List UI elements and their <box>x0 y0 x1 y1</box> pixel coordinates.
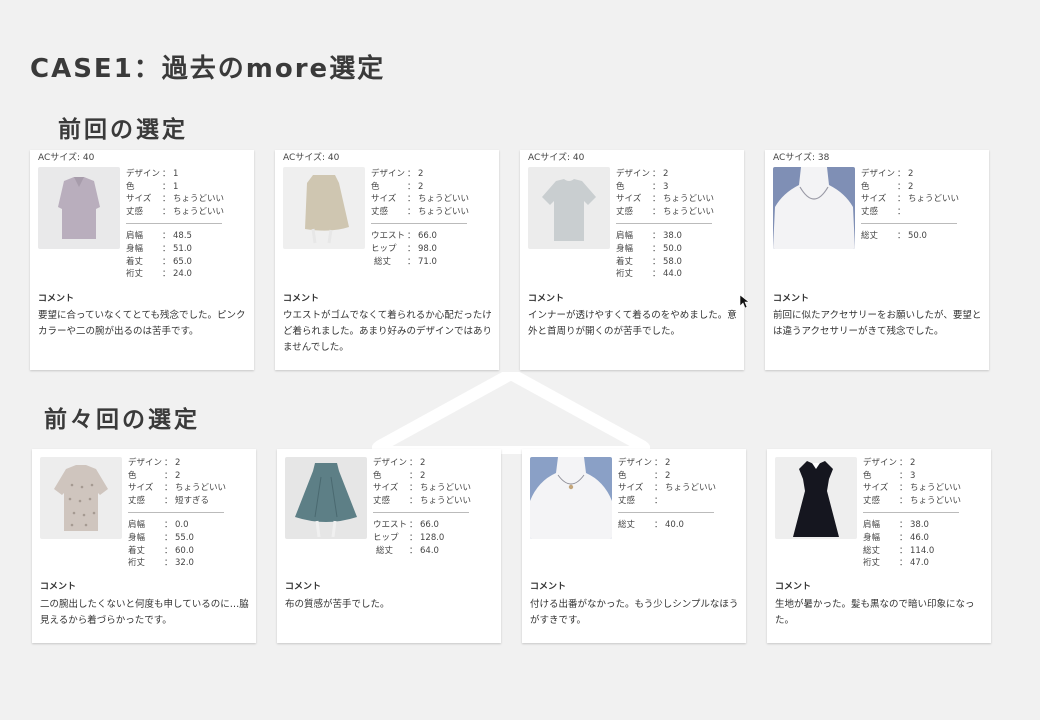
item-card[interactable]: ACサイズ: 40 デザイン： 2 色： 2 サイズ：ちょうどいい 丈感：ちょうどい… <box>275 150 499 370</box>
divider <box>371 223 467 225</box>
mouse-cursor-icon <box>740 295 750 309</box>
comment-text: 付ける出番がなかった。もう少しシンプルなほうがすきです。 <box>530 599 739 626</box>
attribute-list: デザイン： 2 色： 2 サイズ：ちょうどいい 丈感： 総丈： 40.0 <box>618 458 717 531</box>
pendant-icon <box>530 457 612 539</box>
item-card[interactable]: デザイン： 2 色： 2 サイズ：ちょうどいい 丈感：短すぎる 肩幅： 0.0 身幅：… <box>32 449 256 643</box>
attribute-list: デザイン： 2 色： 2 サイズ：ちょうどいい 丈感： 総丈： 50.0 <box>861 169 960 242</box>
comment-label: コメント <box>38 294 75 304</box>
item-thumbnail[interactable] <box>528 167 610 249</box>
divider <box>616 223 712 225</box>
comment-text: ウエストがゴムでなくて着られるか心配だったけど着られました。あまり好みのデザイン… <box>283 310 493 353</box>
item-card[interactable]: デザイン： 2 色： 2 サイズ：ちょうどいい 丈感： 総丈： 40.0 コメント 付… <box>522 449 746 643</box>
item-card[interactable]: ACサイズ: 40 デザイン： 2 色： 3 サイズ：ちょうどいい 丈感：ちょうどい… <box>520 150 744 370</box>
item-thumbnail[interactable] <box>283 167 365 249</box>
item-card[interactable]: ACサイズ: 40 デザイン： 1 色： 1 サイズ：ちょうどいい 丈感：ちょうどい… <box>30 150 254 370</box>
item-thumbnail[interactable] <box>40 457 122 539</box>
attribute-list: デザイン： 1 色： 1 サイズ：ちょうどいい 丈感：ちょうどいい 肩幅： 48.5 … <box>126 169 225 280</box>
attribute-list: デザイン： 2 色： 2 サイズ：ちょうどいい 丈感：短すぎる 肩幅： 0.0 身幅：… <box>128 458 227 569</box>
section-title-previous: 前回の選定 <box>58 117 188 143</box>
comment-text: 生地が暑かった。髪も黒なので暗い印象になった。 <box>775 599 975 626</box>
dotted-blouse-icon <box>40 457 122 539</box>
comment-label: コメント <box>528 294 565 304</box>
page-title: CASE1：過去のmore選定 <box>30 54 386 84</box>
divider <box>373 512 469 514</box>
flared-skirt-icon <box>285 457 367 539</box>
comment-text: 前回に似たアクセサリーをお願いしたが、要望とは違うアクセサリーがきて残念でした。 <box>773 310 982 337</box>
item-thumbnail[interactable] <box>775 457 857 539</box>
comment-label: コメント <box>285 582 322 592</box>
ac-size-label: ACサイズ: 40 <box>528 153 585 163</box>
attribute-list: デザイン： 2 色： 2 サイズ：ちょうどいい 丈感：ちょうどいい ウエスト： 66.… <box>373 458 472 556</box>
comment-text: 布の質感が苦手でした。 <box>285 599 390 610</box>
comment-label: コメント <box>283 294 320 304</box>
hanger-icon <box>372 372 650 454</box>
comment-text: インナーが透けやすくて着るのをやめました。意外と首周りが開くのが苦手でした。 <box>528 310 737 337</box>
comment-text: 要望に合っていなくてとても残念でした。ピンクカラーや二の腕が出るのは苦手です。 <box>38 310 246 337</box>
blouse-icon <box>38 167 120 249</box>
item-thumbnail[interactable] <box>38 167 120 249</box>
divider <box>863 512 959 514</box>
ac-size-label: ACサイズ: 40 <box>283 153 340 163</box>
item-thumbnail[interactable] <box>773 167 855 249</box>
item-card[interactable]: デザイン： 2 色： 2 サイズ：ちょうどいい 丈感：ちょうどいい ウエスト： 66.… <box>277 449 501 643</box>
attribute-list: デザイン： 2 色： 3 サイズ：ちょうどいい 丈感：ちょうどいい 肩幅： 38.0 … <box>616 169 715 280</box>
attribute-list: デザイン： 2 色： 2 サイズ：ちょうどいい 丈感：ちょうどいい ウエスト： 66.… <box>371 169 470 267</box>
item-card[interactable]: デザイン： 2 色： 3 サイズ：ちょうどいい 丈感：ちょうどいい 肩幅： 38.0 … <box>767 449 991 643</box>
comment-label: コメント <box>775 582 812 592</box>
item-thumbnail[interactable] <box>530 457 612 539</box>
comment-label: コメント <box>773 294 810 304</box>
tshirt-icon <box>528 167 610 249</box>
necklace-icon <box>773 167 855 249</box>
comment-label: コメント <box>530 582 567 592</box>
ac-size-label: ACサイズ: 38 <box>773 153 830 163</box>
skirt-icon <box>283 167 365 249</box>
dress-icon <box>775 457 857 539</box>
section-title-before-previous: 前々回の選定 <box>44 407 200 433</box>
comment-label: コメント <box>40 582 77 592</box>
divider <box>126 223 222 225</box>
item-thumbnail[interactable] <box>285 457 367 539</box>
divider <box>618 512 714 514</box>
attribute-list: デザイン： 2 色： 3 サイズ：ちょうどいい 丈感：ちょうどいい 肩幅： 38.0 … <box>863 458 962 569</box>
divider <box>128 512 224 514</box>
item-card[interactable]: ACサイズ: 38 デザイン： 2 色： 2 サイズ：ちょうどいい 丈感： 総丈： 5… <box>765 150 989 370</box>
divider <box>861 223 957 225</box>
ac-size-label: ACサイズ: 40 <box>38 153 95 163</box>
comment-text: 二の腕出したくないと何度も申しているのに…脇見えるから着づらかったです。 <box>40 599 249 626</box>
